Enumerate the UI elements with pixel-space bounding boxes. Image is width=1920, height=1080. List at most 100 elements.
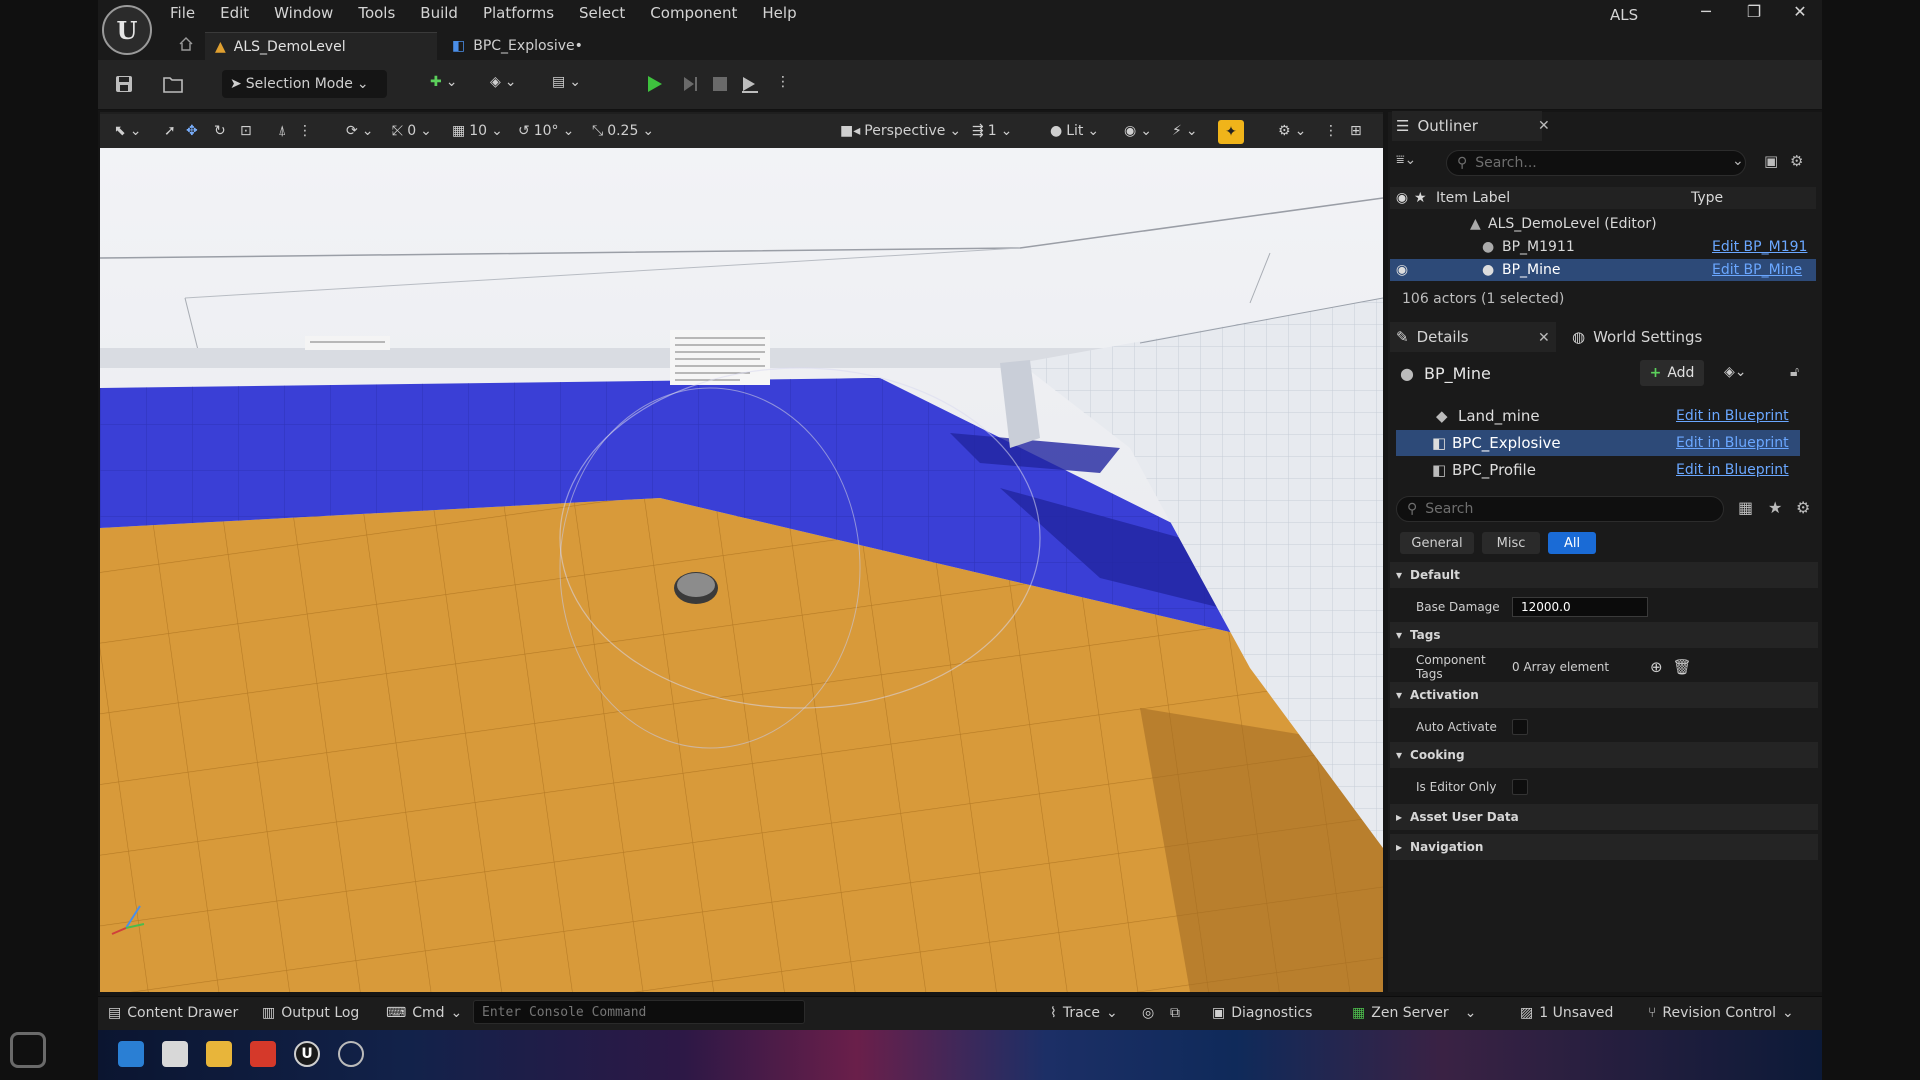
cinematics-icon[interactable]: ▤ ⌄ (552, 74, 581, 90)
tab-details[interactable]: ✎ Details (1390, 322, 1556, 352)
menu-edit[interactable]: Edit (220, 2, 261, 26)
editor-only-checkbox[interactable] (1512, 779, 1528, 795)
close-icon[interactable]: ✕ (1780, 2, 1820, 26)
minimize-icon[interactable]: ─ (1686, 2, 1726, 26)
scale-snap-dropdown[interactable]: ⤡ 0.25 ⌄ (592, 118, 654, 144)
viewport-more-icon[interactable]: ⋮ (298, 118, 312, 144)
content-drawer-button[interactable]: ▤ Content Drawer (108, 1002, 238, 1024)
blueprint-menu-icon[interactable]: ◈ ⌄ (490, 74, 517, 90)
base-damage-input[interactable] (1512, 597, 1648, 617)
viewport-options-icon[interactable]: ⋮ (1324, 118, 1338, 144)
component-row-selected[interactable]: ◧ BPC_Explosive Edit in Blueprint (1396, 430, 1800, 456)
realtime-dropdown[interactable]: ⚡ ⌄ (1172, 118, 1198, 144)
menu-build[interactable]: Build (420, 2, 470, 26)
section-cooking[interactable]: ▾ Cooking (1390, 742, 1818, 768)
menu-select[interactable]: Select (579, 2, 637, 26)
table-row[interactable]: ▲ ALS_DemoLevel (Editor) (1390, 213, 1816, 235)
blueprint-options-icon[interactable]: ◈⌄ (1724, 364, 1747, 380)
col-type[interactable]: Type (1691, 190, 1723, 206)
brave-browser-icon[interactable] (250, 1041, 276, 1067)
output-log-button[interactable]: ▥ Output Log (262, 1002, 359, 1024)
outliner-settings-icon[interactable]: ⚙ (1790, 152, 1803, 170)
unreal-engine-taskbar-icon[interactable]: U (294, 1041, 320, 1067)
tab-level[interactable]: ▲ ALS_DemoLevel (205, 32, 437, 60)
add-element-icon[interactable]: ⊕ (1650, 658, 1663, 676)
edit-in-blueprint-link[interactable]: Edit in Blueprint (1676, 408, 1789, 424)
game-view-toggle-icon[interactable]: ✦ (1218, 120, 1244, 144)
tab-blueprint[interactable]: ◧ BPC_Explosive• (442, 32, 662, 60)
add-component-button[interactable]: + Add (1640, 360, 1704, 386)
restore-icon[interactable]: ❐ (1734, 2, 1774, 26)
col-item-label[interactable]: Item Label (1436, 190, 1691, 206)
grid-snap-dropdown[interactable]: ▦ 10 ⌄ (452, 118, 503, 144)
component-row[interactable]: ◆ Land_mine Edit in Blueprint (1396, 403, 1800, 429)
trash-icon[interactable]: 🗑︎ (1673, 658, 1692, 676)
layout-icon[interactable]: ⊞ (1350, 118, 1362, 144)
content-browser-icon[interactable] (162, 74, 184, 94)
surface-snap-icon[interactable]: ⍋ (278, 118, 286, 144)
select-icon[interactable]: ➚ (164, 118, 176, 144)
menu-platforms[interactable]: Platforms (483, 2, 566, 26)
menu-window[interactable]: Window (274, 2, 345, 26)
rotate-icon[interactable]: ↻ (214, 118, 226, 144)
close-outliner-icon[interactable]: ✕ (1538, 118, 1550, 134)
add-actor-icon[interactable]: ✚ ⌄ (430, 74, 457, 90)
home-icon[interactable] (178, 36, 194, 52)
cmd-dropdown[interactable]: ⌨ Cmd ⌄ (386, 1002, 462, 1024)
tab-outliner[interactable]: ☰ Outliner (1392, 111, 1542, 141)
lit-dropdown[interactable]: ● Lit ⌄ (1050, 118, 1099, 144)
diagnostics-button[interactable]: ▣ Diagnostics (1212, 1002, 1312, 1024)
outliner-search-input[interactable]: ⚲ Search... (1446, 150, 1746, 176)
rotation-snap-dropdown[interactable]: ↺ 10° ⌄ (518, 118, 574, 144)
filter-misc-button[interactable]: Misc (1482, 532, 1540, 554)
table-row-selected[interactable]: ◉ ● BP_Mine Edit BP_Mine (1390, 259, 1816, 281)
unsaved-button[interactable]: ▨ 1 Unsaved (1520, 1002, 1613, 1024)
selection-mode-dropdown[interactable]: ➤ Selection Mode ⌄ (222, 70, 387, 98)
move-icon[interactable]: ✥ (186, 118, 198, 144)
details-settings-icon[interactable]: ⚙ (1796, 498, 1810, 517)
component-row[interactable]: ◧ BPC_Profile Edit in Blueprint (1396, 457, 1800, 483)
edit-in-blueprint-link[interactable]: Edit in Blueprint (1676, 435, 1789, 451)
folder-icon[interactable] (206, 1041, 232, 1067)
coordinate-space-dropdown[interactable]: ⟳ ⌄ (346, 118, 373, 144)
screenshot-icon[interactable]: ⧉ (1170, 1002, 1180, 1024)
auto-activate-checkbox[interactable] (1512, 719, 1528, 735)
details-search-input[interactable]: ⚲ Search (1396, 496, 1724, 522)
favorite-icon[interactable]: ★ (1768, 498, 1782, 517)
file-manager-icon[interactable] (162, 1041, 188, 1067)
console-command-input[interactable] (473, 1000, 805, 1024)
scale-icon[interactable]: ⊡ (240, 118, 252, 144)
filter-icon[interactable]: ⩸⌄ (1396, 152, 1416, 168)
show-flags-dropdown[interactable]: ◉ ⌄ (1124, 118, 1152, 144)
section-navigation[interactable]: ▸ Navigation (1390, 834, 1818, 860)
perspective-dropdown[interactable]: ■◂ Perspective ⌄ (840, 118, 961, 144)
trace-dropdown[interactable]: ⌇ Trace ⌄ (1050, 1002, 1118, 1024)
more-options-icon[interactable]: ⋮ (776, 74, 790, 90)
launch-icon[interactable] (740, 74, 760, 94)
viewport-scene[interactable] (100, 148, 1383, 992)
windows-start-icon[interactable] (118, 1041, 144, 1067)
table-row[interactable]: ● BP_M1911 Edit BP_M191 (1390, 236, 1816, 258)
step-icon[interactable] (680, 74, 700, 94)
snap-rotation-dropdown[interactable]: ⤪ 0 ⌄ (392, 118, 432, 144)
save-icon[interactable] (114, 74, 134, 94)
close-details-icon[interactable]: ✕ (1538, 330, 1550, 346)
tab-world-settings[interactable]: ◍ World Settings (1572, 322, 1702, 352)
filter-general-button[interactable]: General (1400, 532, 1474, 554)
menu-tools[interactable]: Tools (358, 2, 407, 26)
transform-tools-icon[interactable]: ⬉ ⌄ (114, 118, 141, 144)
section-tags[interactable]: ▾ Tags (1390, 622, 1818, 648)
section-activation[interactable]: ▾ Activation (1390, 682, 1818, 708)
table-view-icon[interactable]: ▦ (1738, 498, 1753, 517)
filter-all-button[interactable]: All (1548, 532, 1596, 554)
zen-server-dropdown[interactable]: ▦ Zen Server ⌄ (1352, 1002, 1476, 1024)
camera-speed-dropdown[interactable]: ⇶ 1 ⌄ (972, 118, 1012, 144)
add-folder-icon[interactable]: ▣ (1764, 152, 1778, 170)
stop-icon[interactable] (710, 74, 730, 94)
menu-help[interactable]: Help (762, 2, 808, 26)
section-asset-user-data[interactable]: ▸ Asset User Data (1390, 804, 1818, 830)
search-dropdown-icon[interactable]: ⌄ (1732, 153, 1744, 169)
edit-blueprint-link[interactable]: Edit BP_Mine (1712, 262, 1802, 278)
edit-in-blueprint-link[interactable]: Edit in Blueprint (1676, 462, 1789, 478)
section-default[interactable]: ▾ Default (1390, 562, 1818, 588)
